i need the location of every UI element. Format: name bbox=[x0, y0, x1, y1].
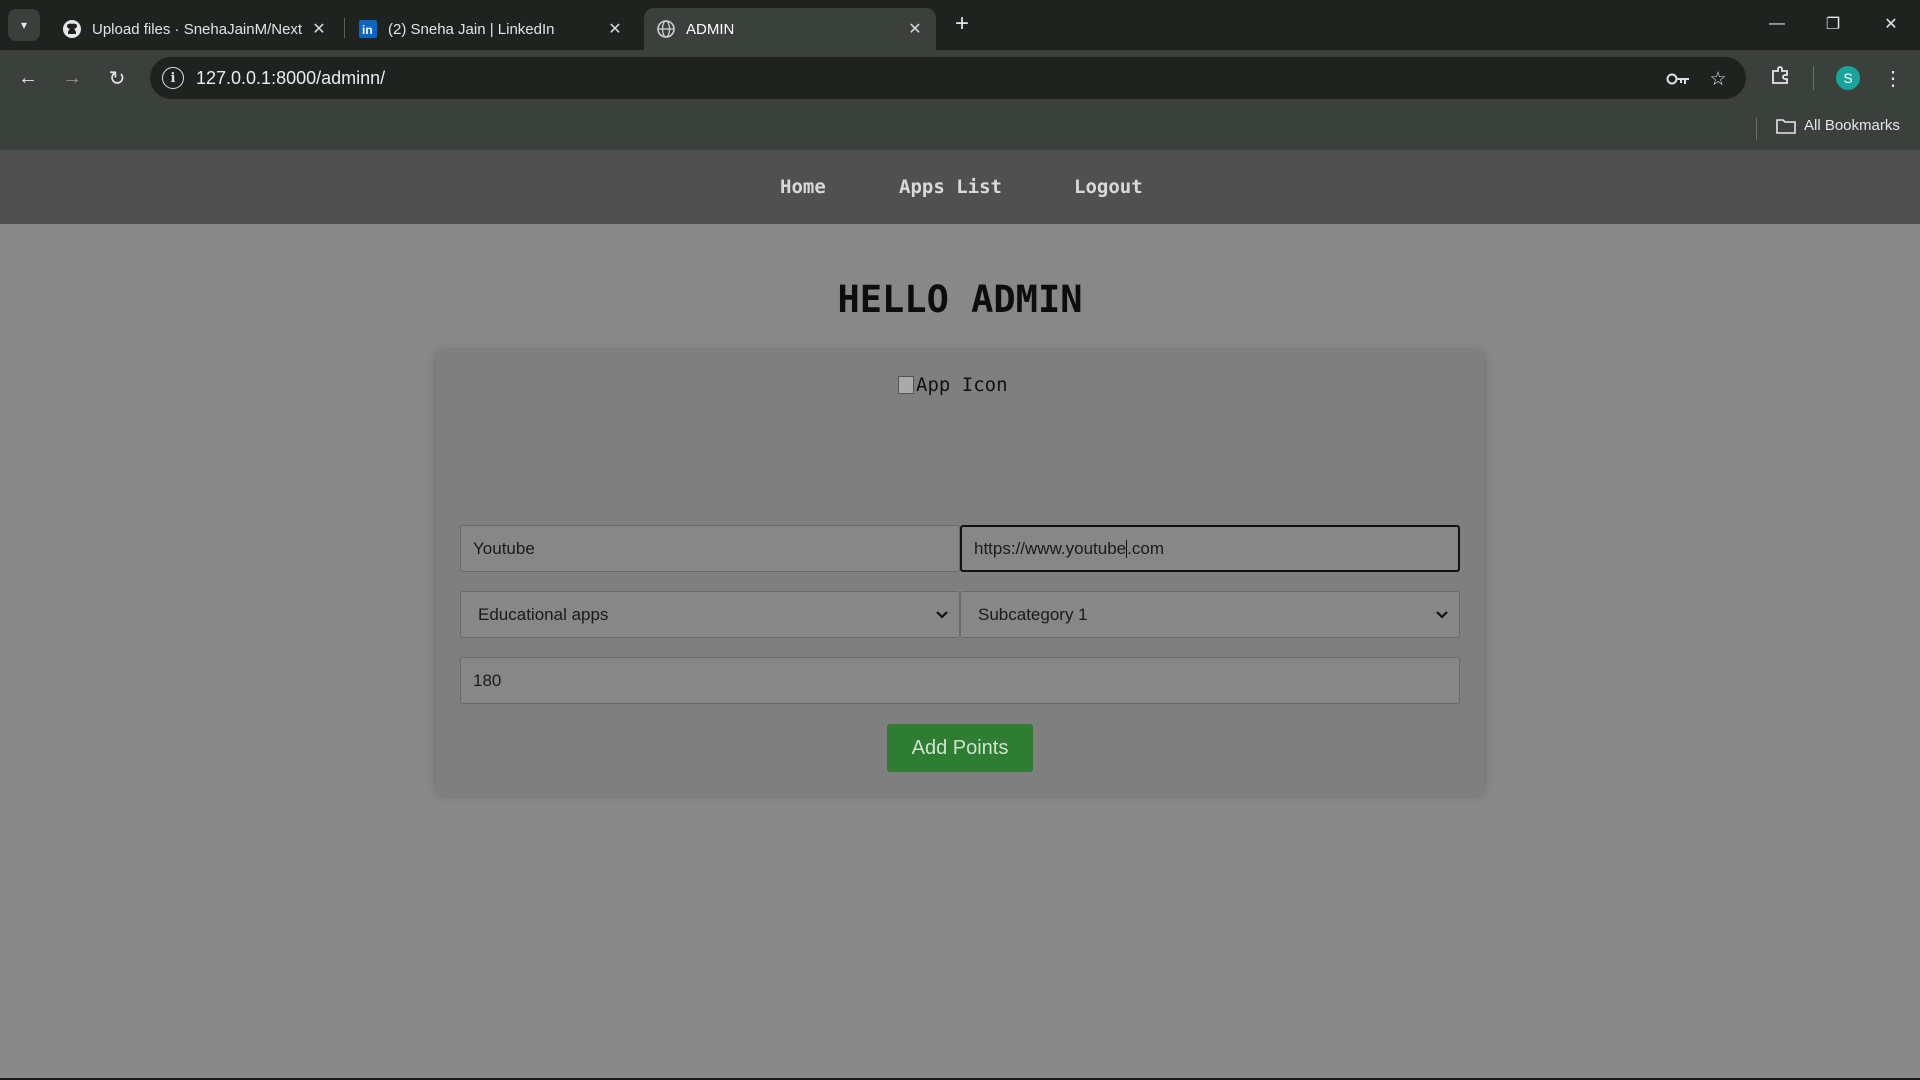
app-icon-image: App Icon bbox=[898, 374, 1008, 396]
tab-linkedin[interactable]: in (2) Sneha Jain | LinkedIn ✕ bbox=[346, 8, 636, 50]
page-title: HELLO ADMIN bbox=[837, 278, 1083, 321]
reload-icon: ↻ bbox=[108, 67, 126, 90]
category-select[interactable]: Educational apps bbox=[460, 591, 960, 638]
url-text: 127.0.0.1:8000/adminn/ bbox=[196, 68, 386, 88]
kebab-menu-icon: ⋮ bbox=[1883, 67, 1903, 90]
tab-admin[interactable]: ADMIN ✕ bbox=[644, 8, 936, 50]
plus-icon: + bbox=[954, 10, 969, 37]
close-window-button[interactable]: ✕ bbox=[1868, 6, 1914, 42]
site-info-icon[interactable]: i bbox=[162, 67, 184, 89]
add-points-button[interactable]: Add Points bbox=[887, 724, 1033, 772]
extensions-button[interactable] bbox=[1765, 62, 1797, 94]
tab-search-button[interactable]: ▾ bbox=[8, 9, 40, 41]
puzzle-icon bbox=[1770, 64, 1792, 92]
browser-toolbar: ← → ↻ i 127.0.0.1:8000/adminn/ ☆ ⋮ bbox=[0, 50, 1920, 108]
linkedin-icon: in bbox=[358, 19, 378, 39]
restore-button[interactable]: ❐ bbox=[1810, 6, 1856, 42]
chevron-down-icon bbox=[935, 607, 949, 623]
category-selected-value: Educational apps bbox=[478, 604, 609, 624]
toolbar-divider bbox=[1813, 66, 1814, 90]
subcategory-selected-value: Subcategory 1 bbox=[978, 604, 1088, 624]
bookmarks-bar: All Bookmarks bbox=[0, 108, 1920, 150]
minimize-icon: — bbox=[1769, 15, 1785, 32]
close-tab-icon[interactable]: ✕ bbox=[906, 19, 924, 39]
subcategory-select[interactable]: Subcategory 1 bbox=[960, 591, 1460, 638]
github-icon bbox=[62, 19, 82, 39]
app-icon-alt-text: App Icon bbox=[916, 374, 1008, 396]
password-key-icon[interactable] bbox=[1665, 66, 1691, 92]
address-bar[interactable]: i 127.0.0.1:8000/adminn/ ☆ bbox=[150, 57, 1746, 99]
back-button[interactable]: ← bbox=[12, 62, 44, 94]
all-bookmarks-label: All Bookmarks bbox=[1804, 117, 1900, 134]
app-url-input[interactable]: https://www.youtube .com bbox=[960, 525, 1460, 572]
chevron-down-icon: ▾ bbox=[20, 18, 28, 32]
profile-avatar[interactable]: S bbox=[1836, 66, 1860, 90]
star-bookmark-icon[interactable]: ☆ bbox=[1705, 66, 1731, 92]
add-points-card: App Icon Youtube https://www.youtube .com… bbox=[435, 350, 1485, 796]
tab-github[interactable]: Upload files · SnehaJainM/Next ✕ bbox=[50, 8, 340, 50]
points-value: 180 bbox=[473, 670, 502, 690]
tab-title: (2) Sneha Jain | LinkedIn bbox=[388, 20, 555, 38]
tab-divider bbox=[344, 18, 345, 38]
points-input[interactable]: 180 bbox=[460, 657, 1460, 704]
arrow-left-icon: ← bbox=[18, 66, 38, 89]
browser-tab-bar: ▾ Upload files · SnehaJainM/Next ✕ in (2… bbox=[0, 0, 1920, 50]
tab-title: Upload files · SnehaJainM/Next bbox=[92, 20, 303, 38]
reload-button[interactable]: ↻ bbox=[101, 62, 133, 94]
globe-icon bbox=[656, 19, 676, 39]
new-tab-button[interactable]: + bbox=[948, 10, 976, 38]
close-icon: ✕ bbox=[1884, 16, 1898, 33]
arrow-right-icon: → bbox=[62, 66, 82, 89]
chevron-down-icon bbox=[1435, 607, 1449, 623]
app-name-value: Youtube bbox=[473, 538, 535, 558]
app-url-value-part1: https://www.youtube bbox=[974, 538, 1127, 558]
minimize-button[interactable]: — bbox=[1754, 6, 1800, 42]
nav-apps-list-link[interactable]: Apps List bbox=[899, 176, 1002, 198]
nav-home-link[interactable]: Home bbox=[780, 176, 826, 198]
folder-icon bbox=[1776, 118, 1796, 134]
tab-title: ADMIN bbox=[686, 20, 735, 38]
app-url-value-part2: .com bbox=[1127, 538, 1164, 558]
close-tab-icon[interactable]: ✕ bbox=[310, 19, 328, 39]
site-navbar: Home Apps List Logout bbox=[0, 150, 1920, 224]
nav-logout-link[interactable]: Logout bbox=[1074, 176, 1143, 198]
browser-menu-button[interactable]: ⋮ bbox=[1877, 62, 1909, 94]
app-name-input[interactable]: Youtube bbox=[460, 525, 960, 572]
all-bookmarks-button[interactable]: All Bookmarks bbox=[1776, 117, 1900, 134]
close-tab-icon[interactable]: ✕ bbox=[606, 19, 624, 39]
restore-icon: ❐ bbox=[1825, 16, 1841, 33]
bookmarks-divider bbox=[1756, 118, 1757, 140]
broken-image-icon bbox=[898, 376, 914, 394]
svg-text:in: in bbox=[362, 23, 373, 37]
forward-button[interactable]: → bbox=[56, 62, 88, 94]
